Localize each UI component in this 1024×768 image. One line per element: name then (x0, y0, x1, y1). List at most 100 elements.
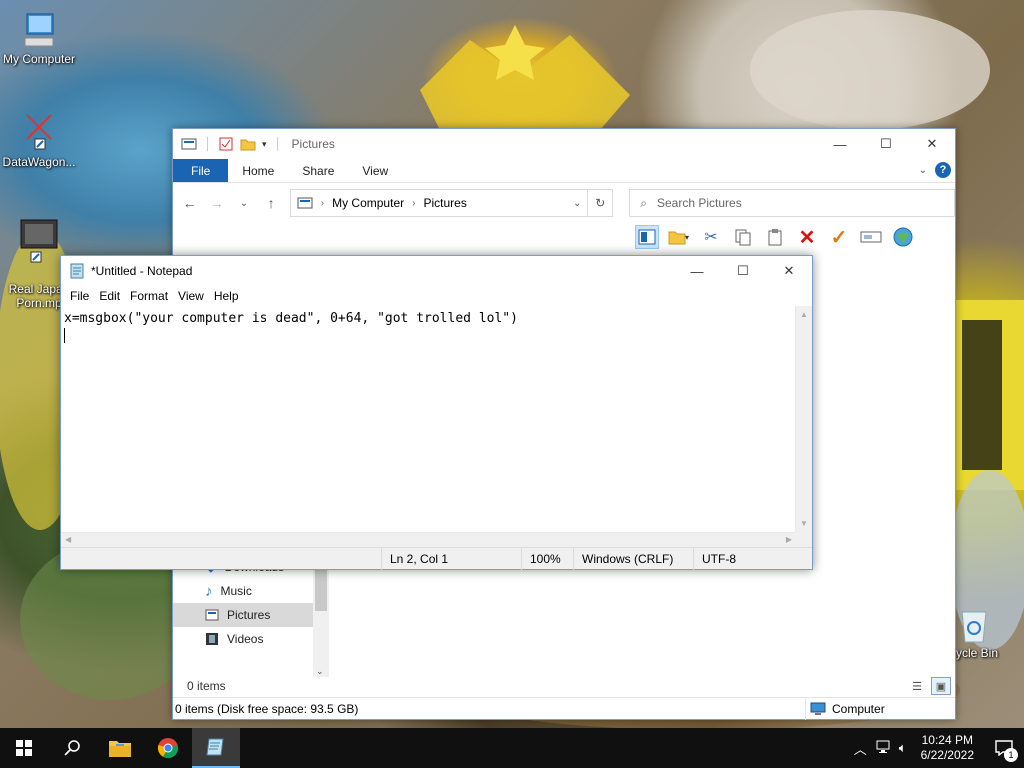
system-tray: ︿ 🔈︎ 10:24 PM 6/22/2022 1 (850, 728, 1024, 768)
expand-ribbon-icon[interactable]: ⌄ (919, 165, 927, 176)
vertical-scrollbar[interactable]: ▲ ▼ (795, 306, 812, 532)
computer-icon (810, 702, 826, 715)
horizontal-scrollbar[interactable]: ◀ ▶ (61, 532, 796, 548)
notepad-icon (70, 263, 84, 279)
explorer-titlebar[interactable]: ▾ Pictures — ☐ ✕ (173, 129, 955, 159)
network-icon[interactable] (871, 740, 895, 757)
taskbar: ︿ 🔈︎ 10:24 PM 6/22/2022 1 (0, 728, 1024, 768)
nav-item-pictures[interactable]: Pictures (173, 603, 329, 627)
file-explorer-icon (109, 741, 131, 757)
paste-icon[interactable] (763, 225, 787, 249)
scrollbar-thumb[interactable] (315, 565, 327, 611)
scroll-right-icon[interactable]: ▶ (786, 535, 792, 544)
desktop-icon-recycle-bin[interactable]: cycle Bin (950, 604, 1024, 660)
status-line-ending: Windows (CRLF) (573, 548, 693, 570)
large-icons-view-icon[interactable]: ▣ (931, 677, 951, 695)
status-cursor-position: Ln 2, Col 1 (381, 548, 521, 570)
action-center-button[interactable]: 1 (984, 728, 1024, 768)
desktop-icon-datawagon[interactable]: DataWagon... (0, 105, 78, 169)
nav-item-music[interactable]: ♪ Music (173, 579, 329, 603)
desktop-icon-my-computer[interactable]: My Computer (0, 10, 78, 66)
globe-icon[interactable] (891, 225, 915, 249)
taskbar-clock[interactable]: 10:24 PM 6/22/2022 (911, 733, 984, 763)
notepad-title: *Untitled - Notepad (91, 264, 193, 278)
taskbar-chrome[interactable] (144, 728, 192, 768)
nav-item-label: Videos (227, 632, 264, 646)
minimize-icon[interactable]: — (817, 129, 863, 159)
search-input[interactable]: ⌕ Search Pictures (629, 189, 955, 217)
menu-help[interactable]: Help (209, 289, 244, 303)
status-location: Computer (805, 697, 885, 720)
customize-toolbar-icon[interactable]: ▾ (262, 139, 267, 150)
notepad-menu-bar: File Edit Format View Help (61, 286, 812, 306)
menu-format[interactable]: Format (125, 289, 173, 303)
clock-time: 10:24 PM (921, 733, 973, 747)
film-icon (206, 633, 218, 645)
new-folder-icon[interactable] (240, 136, 256, 152)
maximize-icon[interactable]: ☐ (863, 129, 909, 159)
menu-file[interactable]: File (65, 289, 94, 303)
scroll-left-icon[interactable]: ◀ (65, 535, 71, 544)
view-options-icon[interactable]: ▾ (667, 225, 691, 249)
tab-view[interactable]: View (348, 159, 402, 182)
maximize-icon[interactable]: ☐ (720, 256, 766, 286)
tab-home[interactable]: Home (228, 159, 288, 182)
computer-icon (24, 13, 54, 47)
taskbar-notepad[interactable] (192, 728, 240, 768)
checkmark-icon[interactable]: ✓ (827, 225, 851, 249)
back-arrow-icon[interactable]: ← (181, 195, 198, 211)
nav-item-videos[interactable]: Videos (173, 627, 329, 651)
address-bar[interactable]: › My Computer › Pictures ⌄ (289, 189, 589, 217)
command-toolbar: ▾ ✂ ✕ ✓ (635, 225, 915, 249)
close-icon[interactable]: ✕ (909, 129, 955, 159)
scroll-down-icon[interactable]: ⌄ (316, 666, 324, 677)
show-hidden-icons-icon[interactable]: ︿ (850, 739, 871, 758)
notepad-titlebar[interactable]: *Untitled - Notepad — ☐ ✕ (61, 256, 812, 286)
breadcrumb-my-computer[interactable]: My Computer (332, 196, 404, 210)
menu-view[interactable]: View (173, 289, 209, 303)
window-icon (181, 138, 197, 150)
recent-locations-icon[interactable]: ⌄ (235, 198, 252, 209)
status-encoding: UTF-8 (693, 548, 812, 570)
menu-edit[interactable]: Edit (94, 289, 125, 303)
close-icon[interactable]: ✕ (766, 256, 812, 286)
explorer-status-bar: 0 items (Disk free space: 93.5 GB) Compu… (173, 697, 955, 720)
breadcrumb-pictures[interactable]: Pictures (423, 196, 466, 210)
notepad-text-area[interactable]: x=msgbox("your computer is dead", 0+64, … (61, 306, 796, 532)
search-button[interactable] (48, 728, 96, 768)
details-view-icon[interactable]: ☰ (907, 677, 927, 695)
forward-arrow-icon[interactable]: → (208, 195, 225, 211)
minimize-icon[interactable]: — (674, 256, 720, 286)
help-icon[interactable]: ? (935, 162, 951, 178)
tab-file[interactable]: File (173, 159, 229, 182)
view-switcher: ☰ ▣ (907, 677, 951, 695)
windows-logo-icon (16, 740, 32, 756)
notepad-window[interactable]: *Untitled - Notepad — ☐ ✕ File Edit Form… (60, 255, 813, 570)
scroll-up-icon[interactable]: ▲ (800, 310, 808, 319)
preview-pane-icon[interactable] (635, 225, 659, 249)
delete-icon[interactable]: ✕ (795, 225, 819, 249)
ribbon-tabs: File Home Share View ⌄ ? (173, 159, 955, 183)
navigation-scrollbar[interactable]: ⌄ (313, 565, 329, 677)
scrollbar-corner (795, 532, 812, 548)
up-arrow-icon[interactable]: ↑ (263, 195, 280, 211)
music-note-icon: ♪ (205, 582, 213, 600)
scroll-down-icon[interactable]: ▼ (800, 519, 808, 528)
cut-icon[interactable]: ✂ (699, 225, 723, 249)
clock-date: 6/22/2022 (920, 748, 974, 762)
explorer-title: Pictures (291, 137, 335, 151)
status-zoom: 100% (521, 548, 573, 570)
search-icon (64, 740, 80, 756)
address-dropdown-icon[interactable]: ⌄ (573, 198, 581, 209)
video-file-icon (20, 219, 58, 263)
taskbar-file-explorer[interactable] (96, 728, 144, 768)
copy-icon[interactable] (731, 225, 755, 249)
rename-icon[interactable] (859, 225, 883, 249)
start-button[interactable] (0, 728, 48, 768)
properties-icon[interactable] (218, 136, 234, 152)
volume-icon[interactable]: 🔈︎ (895, 740, 911, 756)
tab-share[interactable]: Share (288, 159, 348, 182)
pictures-folder-icon (205, 609, 219, 621)
refresh-icon[interactable]: ↻ (588, 189, 614, 217)
desktop-icon-label: cycle Bin (950, 646, 999, 660)
